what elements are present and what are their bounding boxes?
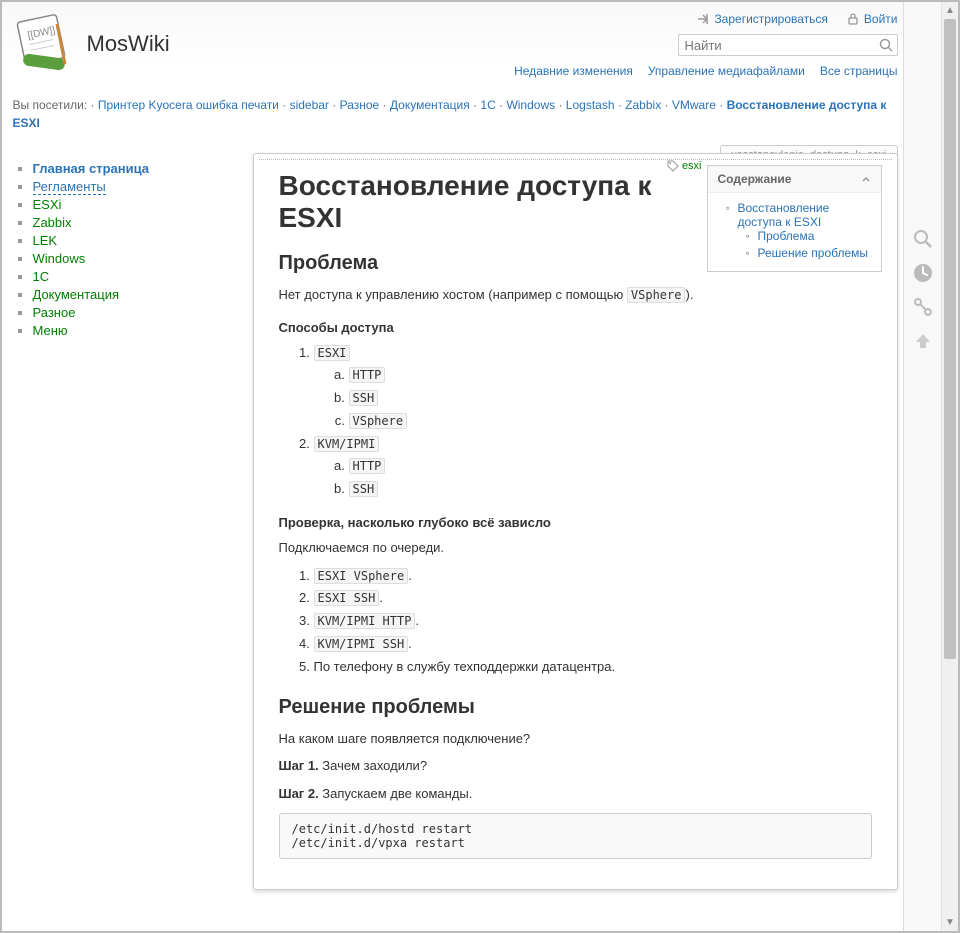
scroll-up-icon[interactable]: ▲ xyxy=(942,2,958,19)
top-tool-icon[interactable] xyxy=(911,329,935,353)
chevron-up-icon[interactable] xyxy=(861,174,871,184)
register-icon xyxy=(696,12,710,26)
sidebar: Главная страница Регламенты ESXi Zabbix … xyxy=(13,153,223,890)
crumb[interactable]: Windows xyxy=(506,98,555,112)
toc-link[interactable]: Решение проблемы xyxy=(758,246,869,260)
tag-esxi[interactable]: esxi xyxy=(667,160,702,172)
step-1: Шаг 1. Зачем заходили? xyxy=(279,756,872,776)
breadcrumb: Вы посетили: · Принтер Kyocera ошибка пе… xyxy=(13,78,898,138)
lock-icon xyxy=(846,12,860,26)
sidebar-item-windows[interactable]: Windows xyxy=(33,251,86,266)
sidebar-item-docs[interactable]: Документация xyxy=(33,287,120,302)
crumb[interactable]: 1C xyxy=(480,98,495,112)
crumb[interactable]: Zabbix xyxy=(625,98,661,112)
crumb[interactable]: Документация xyxy=(390,98,470,112)
toc-link[interactable]: Проблема xyxy=(758,229,815,243)
crumb[interactable]: VMware xyxy=(672,98,716,112)
heading-check: Проверка, насколько глубоко всё зависло xyxy=(279,515,872,530)
sidebar-item-reglament[interactable]: Регламенты xyxy=(33,179,106,195)
wiki-logo-icon: [[DW]] xyxy=(13,12,77,76)
toc-title: Содержание xyxy=(718,172,792,186)
scrollbar-thumb[interactable] xyxy=(944,19,956,659)
crumb[interactable]: Logstash xyxy=(566,98,615,112)
check-list: ESXI VSphere. ESXI SSH. KVM/IPMI HTTP. K… xyxy=(279,566,872,678)
solution-q: На каком шаге появляется подключение? xyxy=(279,729,872,749)
article: esxi Содержание Восстановление доступа к… xyxy=(253,153,898,890)
search-tool-icon[interactable] xyxy=(911,227,935,251)
sidebar-item-esxi[interactable]: ESXi xyxy=(33,197,62,212)
step-2: Шаг 2. Запускаем две команды. xyxy=(279,784,872,804)
heading-access: Способы доступа xyxy=(279,320,872,335)
problem-intro: Нет доступа к управлению хостом (наприме… xyxy=(279,285,872,305)
backlinks-tool-icon[interactable] xyxy=(911,295,935,319)
tag-icon xyxy=(667,160,679,172)
login-link[interactable]: Войти xyxy=(846,12,898,26)
sidebar-item-1c[interactable]: 1С xyxy=(33,269,50,284)
media-manager-link[interactable]: Управление медиафайлами xyxy=(648,64,805,78)
crumb[interactable]: Разное xyxy=(340,98,380,112)
crumb[interactable]: sidebar xyxy=(290,98,329,112)
toc-link[interactable]: Восстановление доступа к ESXI xyxy=(738,201,830,229)
search-icon[interactable] xyxy=(878,37,894,53)
heading-solution: Решение проблемы xyxy=(279,696,872,719)
crumb[interactable]: Принтер Kyocera ошибка печати xyxy=(98,98,279,112)
all-pages-link[interactable]: Все страницы xyxy=(820,64,898,78)
sidebar-item-menu[interactable]: Меню xyxy=(33,323,68,338)
check-intro: Подключаемся по очереди. xyxy=(279,538,872,558)
recent-changes-link[interactable]: Недавние изменения xyxy=(514,64,633,78)
sidebar-item-lek[interactable]: LEK xyxy=(33,233,58,248)
scroll-down-icon[interactable]: ▼ xyxy=(942,914,958,931)
access-list: ESXI HTTP SSH VSphere KVM/IPMI HTTP SSH xyxy=(279,343,872,501)
toc: Содержание Восстановление доступа к ESXI… xyxy=(707,165,882,272)
code-block: /etc/init.d/hostd restart /etc/init.d/vp… xyxy=(279,813,872,859)
register-link[interactable]: Зарегистрироваться xyxy=(696,12,827,26)
page-tools xyxy=(903,2,941,931)
sidebar-item-misc[interactable]: Разное xyxy=(33,305,76,320)
site-title[interactable]: MosWiki xyxy=(87,31,170,57)
search-input[interactable] xyxy=(678,34,898,56)
scrollbar[interactable]: ▲ ▼ xyxy=(941,2,958,931)
revisions-tool-icon[interactable] xyxy=(911,261,935,285)
sidebar-item-zabbix[interactable]: Zabbix xyxy=(33,215,72,230)
sidebar-item-main[interactable]: Главная страница xyxy=(33,161,149,176)
